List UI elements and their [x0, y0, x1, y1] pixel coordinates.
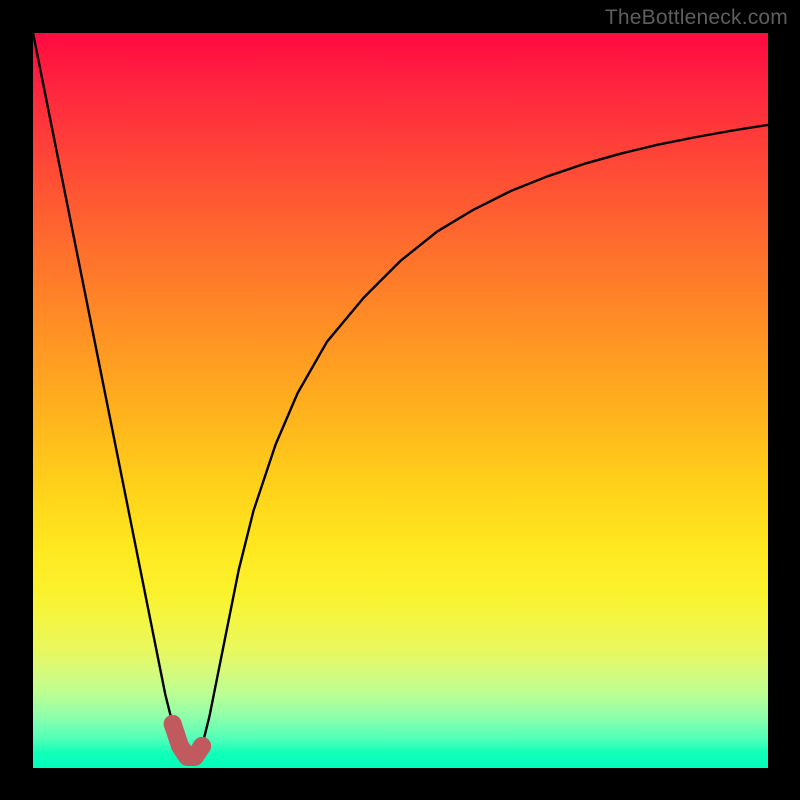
highlight-endpoint	[193, 737, 211, 755]
canvas-frame: TheBottleneck.com	[0, 0, 800, 800]
plot-area	[33, 33, 768, 768]
chart-svg	[33, 33, 768, 768]
watermark-text: TheBottleneck.com	[605, 6, 788, 30]
bottleneck-curve	[33, 33, 768, 757]
highlight-endpoint	[164, 715, 182, 733]
curve-group	[33, 33, 768, 757]
